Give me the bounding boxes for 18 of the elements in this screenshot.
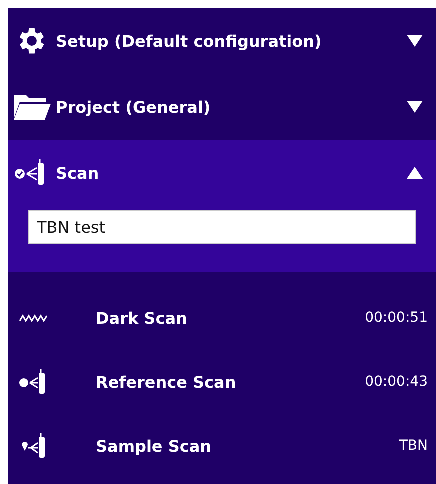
scan-step-value: 00:00:51 (365, 310, 428, 326)
section-header[interactable]: Scan (8, 140, 436, 206)
collapse-triangle-icon (406, 166, 424, 180)
section-header[interactable]: Setup (Default configuration) (8, 8, 436, 74)
scan-step-value: 00:00:43 (365, 374, 428, 390)
section-title: Scan (56, 164, 100, 182)
expand-triangle-icon (406, 34, 424, 48)
scan-step-name: Reference Scan (96, 372, 238, 392)
section-title: Project (General) (56, 98, 212, 116)
scan-step-name: Sample Scan (96, 436, 213, 456)
section-header[interactable]: Project (General) (8, 74, 436, 140)
scan-step-name: Dark Scan (96, 308, 188, 328)
wave-icon (19, 313, 49, 323)
scan-name-field[interactable]: TBN test (28, 210, 416, 244)
expand-triangle-icon (406, 100, 424, 114)
folder-icon (12, 93, 52, 121)
section-title: Setup (Default configuration) (56, 32, 323, 50)
scan-step-value: TBN (399, 438, 428, 454)
